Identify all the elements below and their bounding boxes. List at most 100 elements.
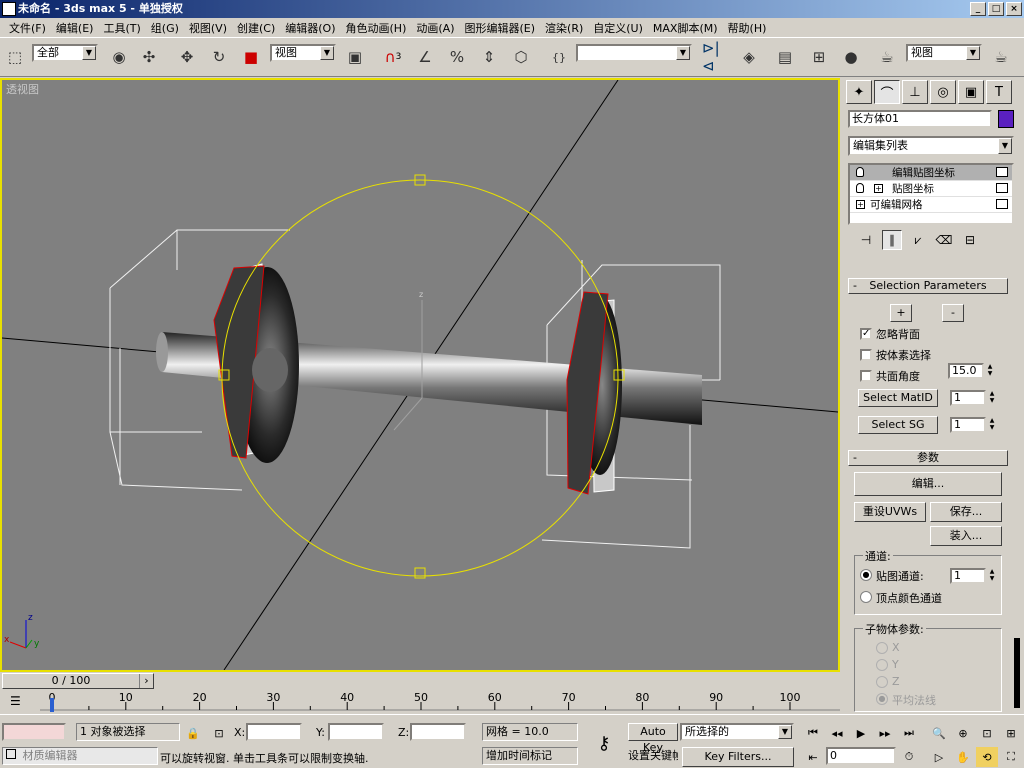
menu-tools[interactable]: 工具(T): [98, 20, 145, 36]
auto-key-button[interactable]: Auto Key: [628, 723, 678, 754]
play-icon[interactable]: ▶: [850, 723, 872, 743]
menu-file[interactable]: 文件(F): [4, 20, 51, 36]
zoom-extents-icon[interactable]: ⊡: [976, 723, 998, 743]
zoom-all-icon[interactable]: ⊕: [952, 723, 974, 743]
load-button[interactable]: 装入...: [930, 526, 1002, 546]
panel-scrollbar[interactable]: [1014, 638, 1020, 708]
reference-coord-select[interactable]: 视图 ▼: [270, 44, 336, 62]
maxscript-mini-listener[interactable]: 材质编辑器: [2, 747, 158, 765]
align-icon[interactable]: ◈: [736, 43, 762, 71]
average-normals-radio[interactable]: ●: [876, 693, 888, 705]
object-name-field[interactable]: 长方体01: [848, 110, 992, 128]
menu-rendering[interactable]: 渲染(R): [540, 20, 588, 36]
mirror-icon[interactable]: ⊳|⊲: [702, 39, 728, 75]
schematic-view-icon[interactable]: ⊞: [806, 43, 832, 71]
menu-character[interactable]: 角色动画(H): [341, 20, 412, 36]
maximize-viewport-icon[interactable]: ⛶: [1000, 747, 1022, 767]
save-button[interactable]: 保存...: [930, 502, 1002, 522]
y-axis-radio[interactable]: [876, 659, 888, 671]
grow-selection-button[interactable]: +: [890, 304, 912, 322]
previous-frame-icon[interactable]: ◂◂: [826, 723, 848, 743]
show-end-result-icon[interactable]: ∥: [882, 230, 902, 250]
spinner-arrows-icon[interactable]: ▲ ▼: [987, 568, 997, 584]
arc-rotate-icon[interactable]: ⟲: [976, 747, 998, 767]
lock-selection-icon[interactable]: 🔒: [182, 723, 204, 743]
named-selection-select[interactable]: ▼: [576, 44, 692, 62]
rotate-icon[interactable]: ↻: [206, 43, 232, 71]
zoom-extents-all-icon[interactable]: ⊞: [1000, 723, 1022, 743]
expand-icon[interactable]: +: [874, 184, 883, 193]
key-mode-toggle-icon[interactable]: ⇤: [802, 747, 824, 767]
key-mode-select[interactable]: 所选择的 ▼: [680, 723, 794, 741]
stack-item-uvw-map[interactable]: + 贴图坐标: [850, 181, 1012, 197]
current-frame-marker[interactable]: [50, 698, 54, 712]
select-by-name-icon[interactable]: ✣: [136, 43, 162, 71]
spinner-arrows-icon[interactable]: ▲ ▼: [985, 363, 995, 379]
zoom-icon[interactable]: 🔍: [928, 723, 950, 743]
pivot-center-icon[interactable]: ▣: [342, 43, 368, 71]
selection-parameters-rollout[interactable]: - Selection Parameters: [848, 278, 1008, 294]
pan-icon[interactable]: ✋: [952, 747, 974, 767]
utilities-icon[interactable]: T: [986, 80, 1012, 104]
display-icon[interactable]: ▣: [958, 80, 984, 104]
remove-modifier-icon[interactable]: ⌫: [934, 230, 954, 250]
pin-stack-icon[interactable]: ⊣: [856, 230, 876, 250]
modify-icon[interactable]: ⌒: [874, 80, 900, 104]
shrink-selection-button[interactable]: -: [942, 304, 964, 322]
object-color-swatch[interactable]: [998, 110, 1014, 128]
stack-item-editable-mesh[interactable]: + 可编辑网格: [850, 197, 1012, 213]
select-matid-button[interactable]: Select MatID: [858, 389, 938, 407]
menu-maxscript[interactable]: MAX脚本(M): [648, 20, 723, 36]
stack-item-uvw-xform[interactable]: 编辑贴图坐标: [850, 165, 1012, 181]
angle-snap-icon[interactable]: ∠: [412, 43, 438, 71]
y-coord-field[interactable]: [328, 723, 384, 741]
reset-uvws-button[interactable]: 重设UVWs: [854, 502, 926, 522]
vertex-color-channel-radio[interactable]: [860, 591, 872, 603]
key-filters-button[interactable]: Key Filters...: [682, 747, 794, 767]
track-view-icon[interactable]: ▤: [772, 43, 798, 71]
expand-icon[interactable]: +: [856, 200, 865, 209]
minimize-button[interactable]: _: [970, 2, 986, 16]
x-coord-field[interactable]: [246, 723, 302, 741]
edit-named-selection-icon[interactable]: {}: [546, 43, 572, 71]
sg-spinner[interactable]: 1: [950, 417, 986, 433]
spinner-arrows-icon[interactable]: ▲ ▼: [987, 417, 997, 433]
parameters-rollout[interactable]: - 参数: [848, 450, 1008, 466]
spinner-arrows-icon[interactable]: ▲ ▼: [987, 390, 997, 406]
menu-views[interactable]: 视图(V): [184, 20, 232, 36]
absolute-mode-icon[interactable]: ⊡: [208, 723, 230, 743]
matid-spinner[interactable]: 1: [950, 390, 986, 406]
percent-snap-icon[interactable]: %: [444, 43, 470, 71]
menu-animation[interactable]: 动画(A): [411, 20, 459, 36]
hierarchy-icon[interactable]: ⊥: [902, 80, 928, 104]
next-frame-icon[interactable]: ▸▸: [874, 723, 896, 743]
menu-customize[interactable]: 自定义(U): [588, 20, 648, 36]
select-sg-button[interactable]: Select SG: [858, 416, 938, 434]
configure-modifier-sets-icon[interactable]: ⊟: [960, 230, 980, 250]
chevron-right-icon[interactable]: ›: [139, 674, 153, 688]
select-object-icon[interactable]: ◉: [106, 43, 132, 71]
go-to-start-icon[interactable]: ⏮: [802, 723, 824, 743]
edit-button[interactable]: 编辑...: [854, 472, 1002, 496]
ignore-backfaces-checkbox[interactable]: ✓: [860, 328, 872, 340]
quick-render-icon[interactable]: ☕: [988, 43, 1014, 71]
planar-angle-checkbox[interactable]: [860, 370, 872, 382]
go-to-end-icon[interactable]: ⏭: [898, 723, 920, 743]
track-bar-toggle-icon[interactable]: ☰: [10, 694, 21, 708]
time-config-icon[interactable]: ⏱: [898, 747, 920, 767]
render-type-select[interactable]: 视图 ▼: [906, 44, 982, 62]
selection-filter-select[interactable]: 全部 ▼: [32, 44, 98, 62]
create-icon[interactable]: ✦: [846, 80, 872, 104]
menu-edit[interactable]: 编辑(E): [51, 20, 99, 36]
menu-group[interactable]: 组(G): [146, 20, 184, 36]
bulb-icon[interactable]: [856, 183, 864, 193]
current-frame-field[interactable]: 0: [826, 747, 896, 765]
z-coord-field[interactable]: [410, 723, 466, 741]
add-time-tag[interactable]: 增加时间标记: [482, 747, 578, 765]
motion-icon[interactable]: ◎: [930, 80, 956, 104]
select-region-icon[interactable]: ⬚: [2, 43, 28, 71]
make-unique-icon[interactable]: ⩗: [908, 230, 928, 250]
maxscript-listener-mini[interactable]: [2, 723, 66, 741]
modifier-list-select[interactable]: 编辑集列表 ▼: [848, 136, 1014, 156]
x-axis-radio[interactable]: [876, 642, 888, 654]
